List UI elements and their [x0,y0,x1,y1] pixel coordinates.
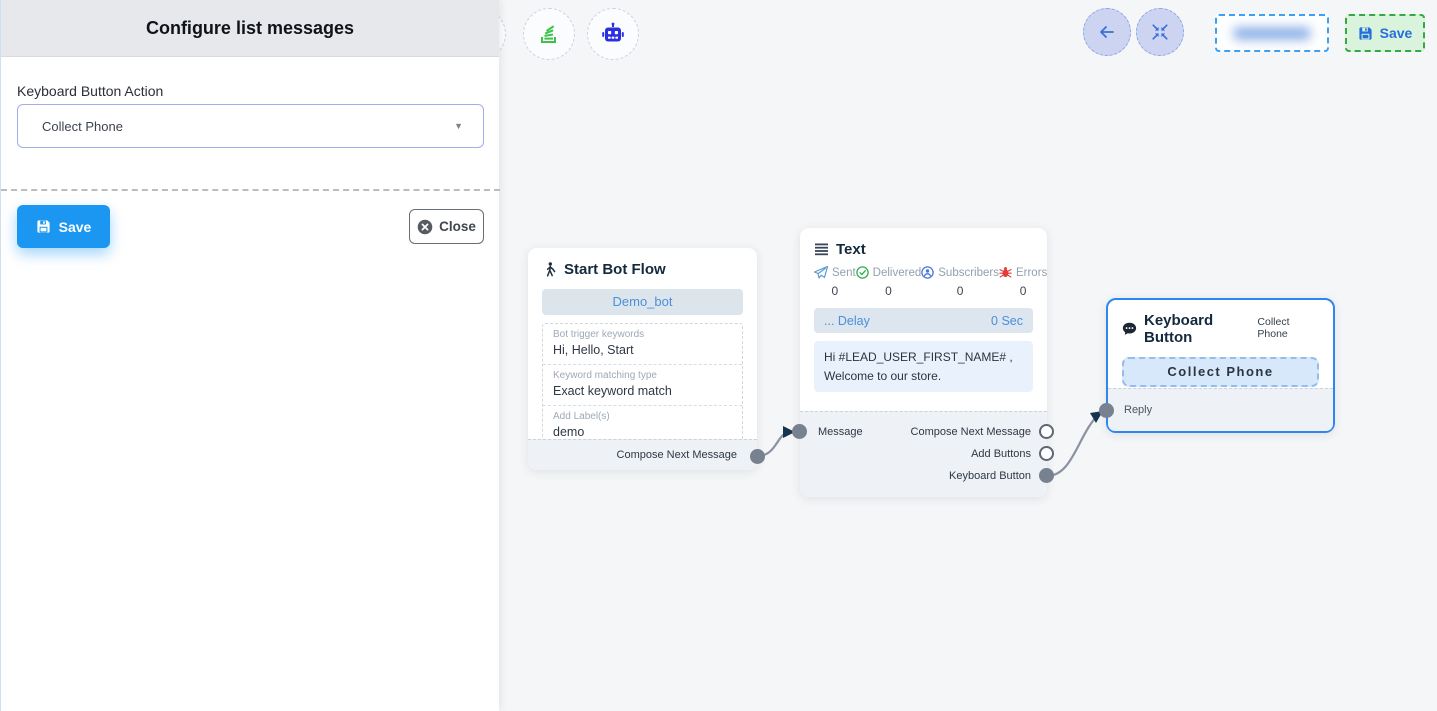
close-circle-icon [417,219,433,235]
field-label: Keyword matching type [553,370,732,381]
save-button[interactable]: Save [17,205,110,248]
close-label: Close [439,219,476,234]
panel-title: Configure list messages [1,0,499,57]
message-preview[interactable]: Hi #LEAD_USER_FIRST_NAME# , Welcome to o… [814,341,1033,392]
bug-icon [999,266,1012,279]
stat-value: 0 [856,284,922,298]
node-keyboard-button[interactable]: Keyboard Button Collect Phone Collect Ph… [1106,298,1335,433]
comment-dots-icon [1122,322,1137,336]
align-justify-icon [815,243,829,256]
keyboard-action-select[interactable]: Collect Phone ▼ [17,104,484,148]
paper-plane-icon [814,266,828,279]
app-root: Save Start Bot Flow Demo_bot Bot [0,0,1437,711]
save-label: Save [59,219,92,235]
field-row[interactable]: Bot trigger keywords Hi, Hello, Start [543,324,742,365]
node-start-bot-flow[interactable]: Start Bot Flow Demo_bot Bot trigger keyw… [528,248,757,470]
stack-icon [537,22,561,46]
field-value: Exact keyword match [553,384,732,398]
field-label: Add Label(s) [553,411,732,422]
delay-value: 0 Sec [991,314,1023,328]
stat-label: Sent [832,267,856,279]
flow-save-label: Save [1380,25,1413,41]
stat-sent: Sent 0 [814,266,856,298]
connector-text-keyboard-output[interactable] [1039,468,1054,483]
back-button[interactable] [1083,8,1131,56]
save-icon [1358,26,1373,41]
stats-row: Sent 0 Delivered 0 [800,264,1047,298]
connector-text-addbuttons-output[interactable] [1039,446,1054,461]
compress-icon [1151,23,1169,41]
field-row[interactable]: Keyword matching type Exact keyword matc… [543,365,742,406]
node-footer: Message Compose Next Message Add Buttons… [800,411,1047,497]
fit-view-button[interactable] [1136,8,1184,56]
redacted-text [1233,27,1311,40]
stat-value: 0 [999,284,1047,298]
node-title-label: Keyboard Button [1144,312,1257,346]
chevron-down-icon: ▼ [454,121,463,131]
output-label: Keyboard Button [949,465,1047,487]
node-title-label: Start Bot Flow [564,261,666,278]
redacted-button[interactable] [1215,14,1329,52]
connector-text-message-input[interactable] [792,424,807,439]
keyboard-action-label: Collect Phone [1257,316,1319,340]
stat-value: 0 [814,284,856,298]
field-value: Hi, Hello, Start [553,343,732,357]
connector-keyboard-reply-input[interactable] [1099,403,1114,418]
user-circle-icon [921,266,934,279]
node-footer: Compose Next Message [528,439,757,470]
stat-label: Errors [1016,267,1047,279]
start-fields-box: Bot trigger keywords Hi, Hello, Start Ke… [542,323,743,447]
keyboard-button-chip[interactable]: Collect Phone [1122,357,1319,387]
flow-save-button[interactable]: Save [1345,14,1425,52]
output-label: Compose Next Message [528,440,757,470]
stat-value: 0 [921,284,999,298]
node-title-label: Text [836,241,866,258]
input-label: Message [800,421,863,443]
output-label: Add Buttons [971,443,1047,465]
input-label: Reply [1124,404,1152,416]
output-label: Compose Next Message [911,421,1047,443]
field-label: Keyboard Button Action [17,83,483,99]
node-footer: Reply [1108,388,1333,431]
stat-delivered: Delivered 0 [856,266,922,298]
stack-button[interactable] [523,8,575,60]
stat-errors: Errors 0 [999,266,1047,298]
divider [1,189,500,191]
save-icon [36,219,51,234]
close-button[interactable]: Close [409,209,484,244]
config-panel: Configure list messages Keyboard Button … [0,0,499,711]
stat-label: Delivered [873,267,922,279]
robot-button[interactable] [587,8,639,60]
stat-subscribers: Subscribers 0 [921,266,999,298]
check-circle-icon [856,266,869,279]
robot-icon [601,22,625,46]
field-label: Bot trigger keywords [553,329,732,340]
person-walking-icon [543,262,557,278]
select-value: Collect Phone [18,119,123,134]
connector-text-compose-output[interactable] [1039,424,1054,439]
connector-start-compose-output[interactable] [750,449,765,464]
field-value: demo [553,425,732,439]
stat-label: Subscribers [938,267,999,279]
arrow-left-icon [1097,22,1117,42]
bot-name[interactable]: Demo_bot [542,289,743,315]
delay-label: ... Delay [824,314,870,328]
node-text[interactable]: Text Sent 0 [800,228,1047,497]
delay-setting[interactable]: ... Delay 0 Sec [814,308,1033,333]
